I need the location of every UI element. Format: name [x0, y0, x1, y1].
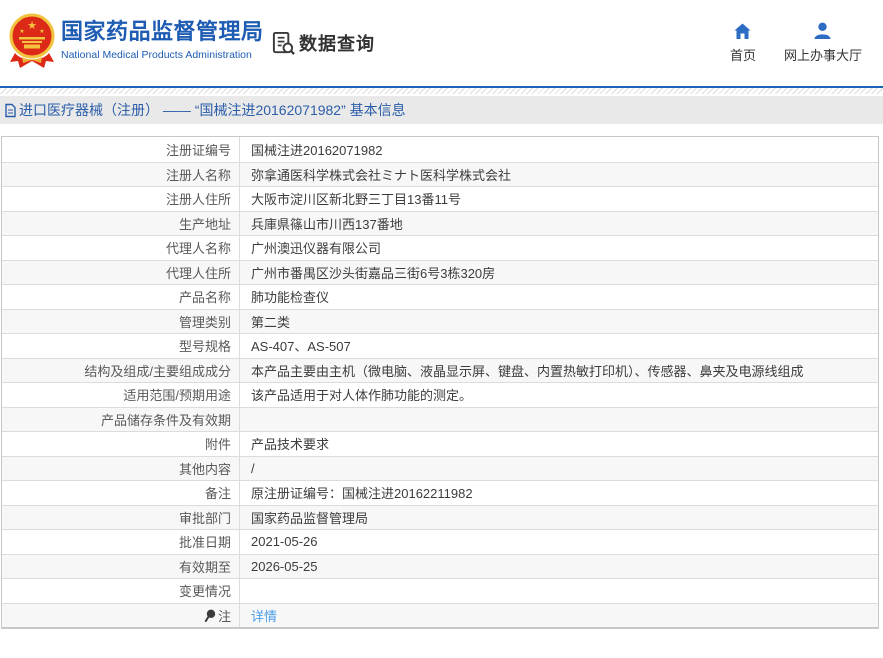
- row-label: 型号规格: [2, 334, 240, 358]
- row-label: 批准日期: [2, 530, 240, 554]
- row-value: 国械注进20162071982: [251, 142, 383, 158]
- table-row: 型号规格 AS-407、AS-507: [2, 333, 878, 358]
- table-row: 批准日期 2021-05-26: [2, 529, 878, 554]
- row-value: [240, 579, 878, 603]
- note-label: 注: [217, 608, 231, 624]
- row-label: 注册证编号: [2, 137, 240, 162]
- document-icon: [5, 103, 16, 117]
- row-value: 兵庫県篠山市川西137番地: [251, 216, 403, 232]
- table-row: 代理人住所 广州市番禺区沙头街嘉品三街6号3栋320房: [2, 259, 878, 284]
- org-name-en: National Medical Products Administration: [61, 49, 252, 62]
- document-search-icon: [272, 31, 295, 55]
- row-label: 生产地址: [2, 211, 240, 235]
- row-value: 本产品主要由主机（微电脑、液晶显示屏、键盘、内置热敏打印机）、传感器、鼻夹及电源…: [251, 363, 804, 379]
- table-row: 生产地址 兵庫県篠山市川西137番地: [2, 210, 878, 235]
- china-national-emblem-icon: ★ ★ ★: [9, 13, 55, 68]
- table-row: 备注 原注册证编号：国械注进20162211982: [2, 480, 878, 505]
- svg-text:★: ★: [19, 28, 24, 35]
- row-value: 该产品适用于对人体作肺功能的测定。: [251, 388, 473, 404]
- nav-data-query[interactable]: 数据查询: [271, 30, 375, 56]
- table-row: 其他内容 /: [2, 455, 878, 480]
- table-row: 注册人住所 大阪市淀川区新北野三丁目13番11号: [2, 186, 878, 211]
- row-value: 肺功能检查仪: [251, 290, 330, 306]
- row-label: 附件: [2, 432, 240, 456]
- brand: ★ ★ ★ 国家药品监督管理局 National Medical Product…: [8, 13, 264, 71]
- row-value: 产品技术要求: [251, 437, 330, 453]
- row-value: 2026-05-25: [251, 558, 318, 574]
- row-label: 代理人住所: [2, 260, 240, 284]
- table-row: 管理类别 第二类: [2, 308, 878, 333]
- row-label: 变更情况: [2, 579, 240, 603]
- row-value: AS-407、AS-507: [251, 339, 351, 355]
- row-value: 广州市番禺区沙头街嘉品三街6号3栋320房: [251, 265, 496, 281]
- row-label: 其他内容: [2, 456, 240, 480]
- table-row: 代理人名称 广州澳迅仪器有限公司: [2, 235, 878, 260]
- hatched-strip: [0, 88, 883, 94]
- row-value: 原注册证编号：国械注进20162211982: [251, 486, 473, 502]
- table-row: 结构及组成/主要组成成分 本产品主要由主机（微电脑、液晶显示屏、键盘、内置热敏打印…: [2, 357, 878, 382]
- nav-data-query-label: 数据查询: [299, 34, 375, 54]
- row-label: 代理人名称: [2, 236, 240, 260]
- row-value: 2021-05-26: [251, 534, 318, 550]
- table-row: 产品储存条件及有效期: [2, 406, 878, 432]
- user-icon: [814, 22, 831, 39]
- table-row: 有效期至 2026-05-25: [2, 553, 878, 578]
- details-link[interactable]: 详情: [251, 606, 277, 625]
- row-value: 大阪市淀川区新北野三丁目13番11号: [251, 192, 461, 208]
- nav-online-hall-label: 网上办事大厅: [783, 48, 862, 63]
- row-value-note: 详情: [240, 604, 878, 628]
- row-value: 第二类: [251, 314, 291, 330]
- home-icon: [734, 23, 751, 39]
- row-label: 适用范围/预期用途: [2, 383, 240, 407]
- table-row-note: 注 详情: [2, 602, 878, 628]
- svg-text:★: ★: [27, 20, 37, 32]
- header: ★ ★ ★ 国家药品监督管理局 National Medical Product…: [0, 0, 883, 86]
- row-label: 管理类别: [2, 309, 240, 333]
- row-value: 广州澳迅仪器有限公司: [251, 241, 382, 257]
- breadcrumb-text: 进口医疗器械（注册） —— “国械注进20162071982” 基本信息: [19, 102, 406, 118]
- row-label: 备注: [2, 481, 240, 505]
- nav-online-hall[interactable]: 网上办事大厅: [784, 22, 862, 64]
- nav-home[interactable]: 首页: [730, 22, 756, 64]
- table-row: 注册证编号 国械注进20162071982: [2, 137, 878, 162]
- header-nav: 首页 网上办事大厅: [730, 22, 862, 64]
- nav-home-label: 首页: [729, 48, 756, 63]
- row-label: 有效期至: [2, 554, 240, 578]
- row-label-note: 注: [2, 603, 240, 627]
- table-row: 变更情况: [2, 578, 878, 603]
- row-value: 弥拿通医科学株式会社ミナト医科学株式会社: [251, 167, 512, 183]
- registration-info-table: 注册证编号 国械注进20162071982 注册人名称 弥拿通医科学株式会社ミナト医…: [1, 136, 879, 629]
- row-label: 产品储存条件及有效期: [2, 407, 240, 431]
- table-row: 注册人名称 弥拿通医科学株式会社ミナト医科学株式会社: [2, 161, 878, 186]
- row-label: 注册人住所: [2, 187, 240, 211]
- table-row: 产品名称 肺功能检查仪: [2, 284, 878, 309]
- svg-text:★: ★: [39, 28, 44, 35]
- org-name-zh: 国家药品监督管理局: [61, 19, 264, 44]
- pin-icon: [204, 609, 216, 622]
- row-label: 审批部门: [2, 505, 240, 529]
- row-value: 国家药品监督管理局: [251, 510, 369, 526]
- row-value: /: [251, 460, 255, 476]
- table-row: 附件 产品技术要求: [2, 431, 878, 456]
- breadcrumb: 进口医疗器械（注册） —— “国械注进20162071982” 基本信息: [0, 96, 883, 124]
- row-label: 结构及组成/主要组成成分: [2, 358, 240, 382]
- table-row: 审批部门 国家药品监督管理局: [2, 504, 878, 529]
- row-label: 注册人名称: [2, 162, 240, 186]
- table-row: 适用范围/预期用途 该产品适用于对人体作肺功能的测定。: [2, 382, 878, 407]
- row-value: [240, 408, 878, 432]
- row-label: 产品名称: [2, 285, 240, 309]
